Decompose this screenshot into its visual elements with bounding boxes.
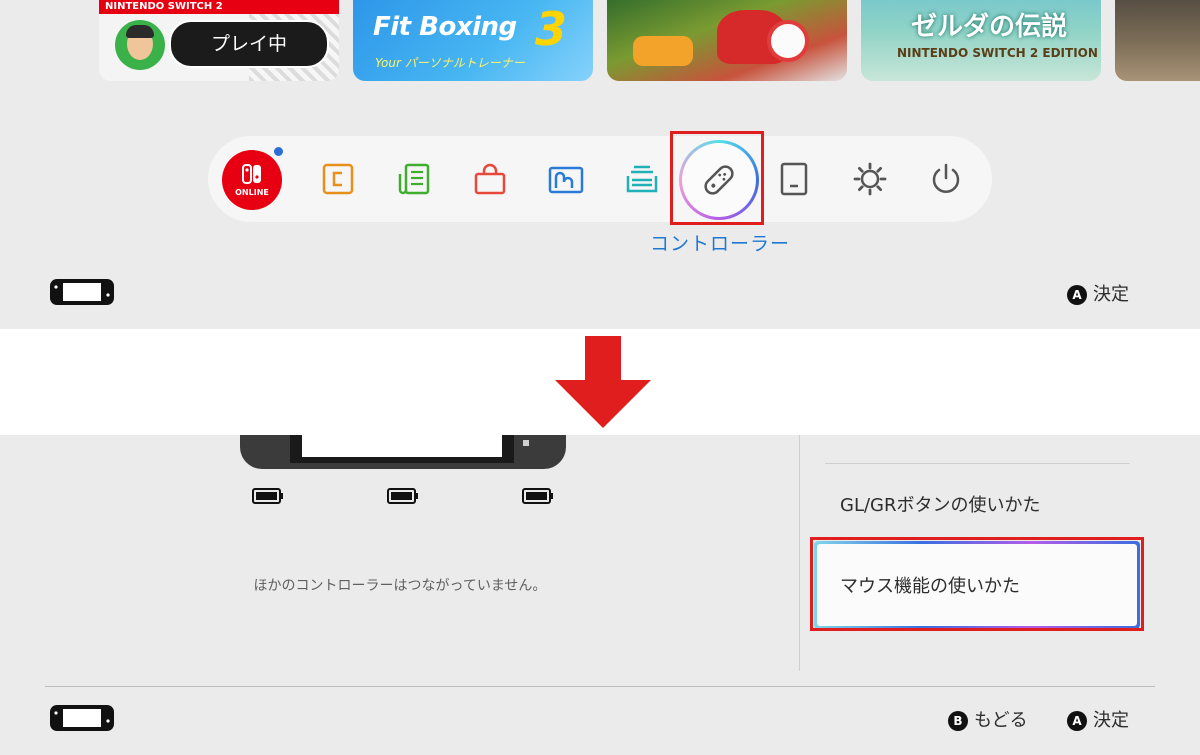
- virtual-card-icon: [780, 162, 808, 196]
- highlight-box: [670, 131, 764, 225]
- game-tile-3[interactable]: [607, 0, 847, 81]
- gamechat-button[interactable]: [318, 159, 358, 199]
- online-label: ONLINE: [235, 188, 269, 197]
- a-button-icon: A: [1067, 285, 1087, 305]
- gamecard-button[interactable]: [622, 159, 662, 199]
- gamechat-icon: [322, 163, 354, 195]
- console-screen: [302, 435, 502, 457]
- user-avatar: [115, 20, 165, 70]
- album-button[interactable]: [546, 159, 586, 199]
- confirm-label: 決定: [1093, 710, 1129, 731]
- tile-artwork: [767, 20, 809, 62]
- a-button-icon: A: [1067, 711, 1087, 731]
- album-icon: [548, 166, 584, 194]
- confirm-label: 決定: [1093, 284, 1129, 305]
- game-tile-title: NINTENDO SWITCH 2: [105, 1, 223, 12]
- down-arrow-icon: [555, 336, 651, 428]
- tile-artwork: [633, 36, 693, 66]
- news-icon: [398, 163, 430, 195]
- battery-icon: [252, 488, 283, 504]
- power-icon: [932, 163, 960, 193]
- switch-logo-icon: [242, 164, 261, 184]
- battery-icon: [522, 488, 553, 504]
- settings-button[interactable]: [850, 159, 890, 199]
- game-tile-4[interactable]: ゼルダの伝説 NINTENDO SWITCH 2 EDITION: [861, 0, 1101, 81]
- highlight-box: [810, 537, 1144, 631]
- eshop-bag-icon: [474, 163, 506, 195]
- home-menu-panel: NINTENDO SWITCH 2 プレイ中 Fit Boxing 3 Your…: [0, 0, 1200, 329]
- game-tile-1[interactable]: NINTENDO SWITCH 2 プレイ中: [99, 0, 339, 81]
- panel-divider: [799, 435, 800, 671]
- nintendo-switch-online-button[interactable]: ONLINE: [222, 150, 282, 210]
- game-tile-title: Fit Boxing: [373, 12, 517, 42]
- controller-settings-panel: ほかのコントローラーはつながっていません。 GL/GRボタンの使いかた マウス機…: [0, 435, 1200, 755]
- game-tile-title: ゼルダの伝説: [911, 12, 1068, 42]
- dock-selected-label: コントローラー: [649, 233, 790, 255]
- menu-item-gl-gr-buttons[interactable]: GL/GRボタンの使いかた: [840, 491, 1041, 517]
- settings-gear-icon: [853, 162, 887, 196]
- game-tile-subtitle: Your パーソナルトレーナー: [375, 56, 525, 70]
- news-button[interactable]: [394, 159, 434, 199]
- game-tile-number: 3: [535, 2, 568, 56]
- handheld-mode-icon: [50, 279, 114, 305]
- back-hint[interactable]: B もどる: [948, 706, 1028, 732]
- game-tile-subtitle: NINTENDO SWITCH 2 EDITION: [897, 46, 1098, 60]
- game-tile-2[interactable]: Fit Boxing 3 Your パーソナルトレーナー: [353, 0, 593, 81]
- handheld-mode-icon: [50, 705, 114, 731]
- game-tile-5[interactable]: [1115, 0, 1200, 81]
- no-controller-message: ほかのコントローラーはつながっていません。: [253, 578, 547, 594]
- confirm-hint[interactable]: A 決定: [1067, 706, 1129, 732]
- console-screen-frame: [290, 435, 514, 463]
- battery-icon: [387, 488, 418, 504]
- gamecard-icon: [626, 165, 658, 193]
- virtual-card-button[interactable]: [774, 159, 814, 199]
- b-button-icon: B: [948, 711, 968, 731]
- notification-dot: [274, 147, 283, 156]
- avatar-hair: [126, 25, 154, 38]
- confirm-hint[interactable]: A 決定: [1067, 280, 1129, 306]
- console-illustration: [240, 435, 566, 469]
- now-playing-badge: プレイ中: [169, 20, 329, 68]
- eshop-button[interactable]: [470, 159, 510, 199]
- footer-divider: [45, 686, 1155, 687]
- back-label: もどる: [974, 710, 1028, 731]
- console-home-button: [523, 440, 529, 446]
- power-button[interactable]: [926, 159, 966, 199]
- menu-divider: [825, 463, 1130, 464]
